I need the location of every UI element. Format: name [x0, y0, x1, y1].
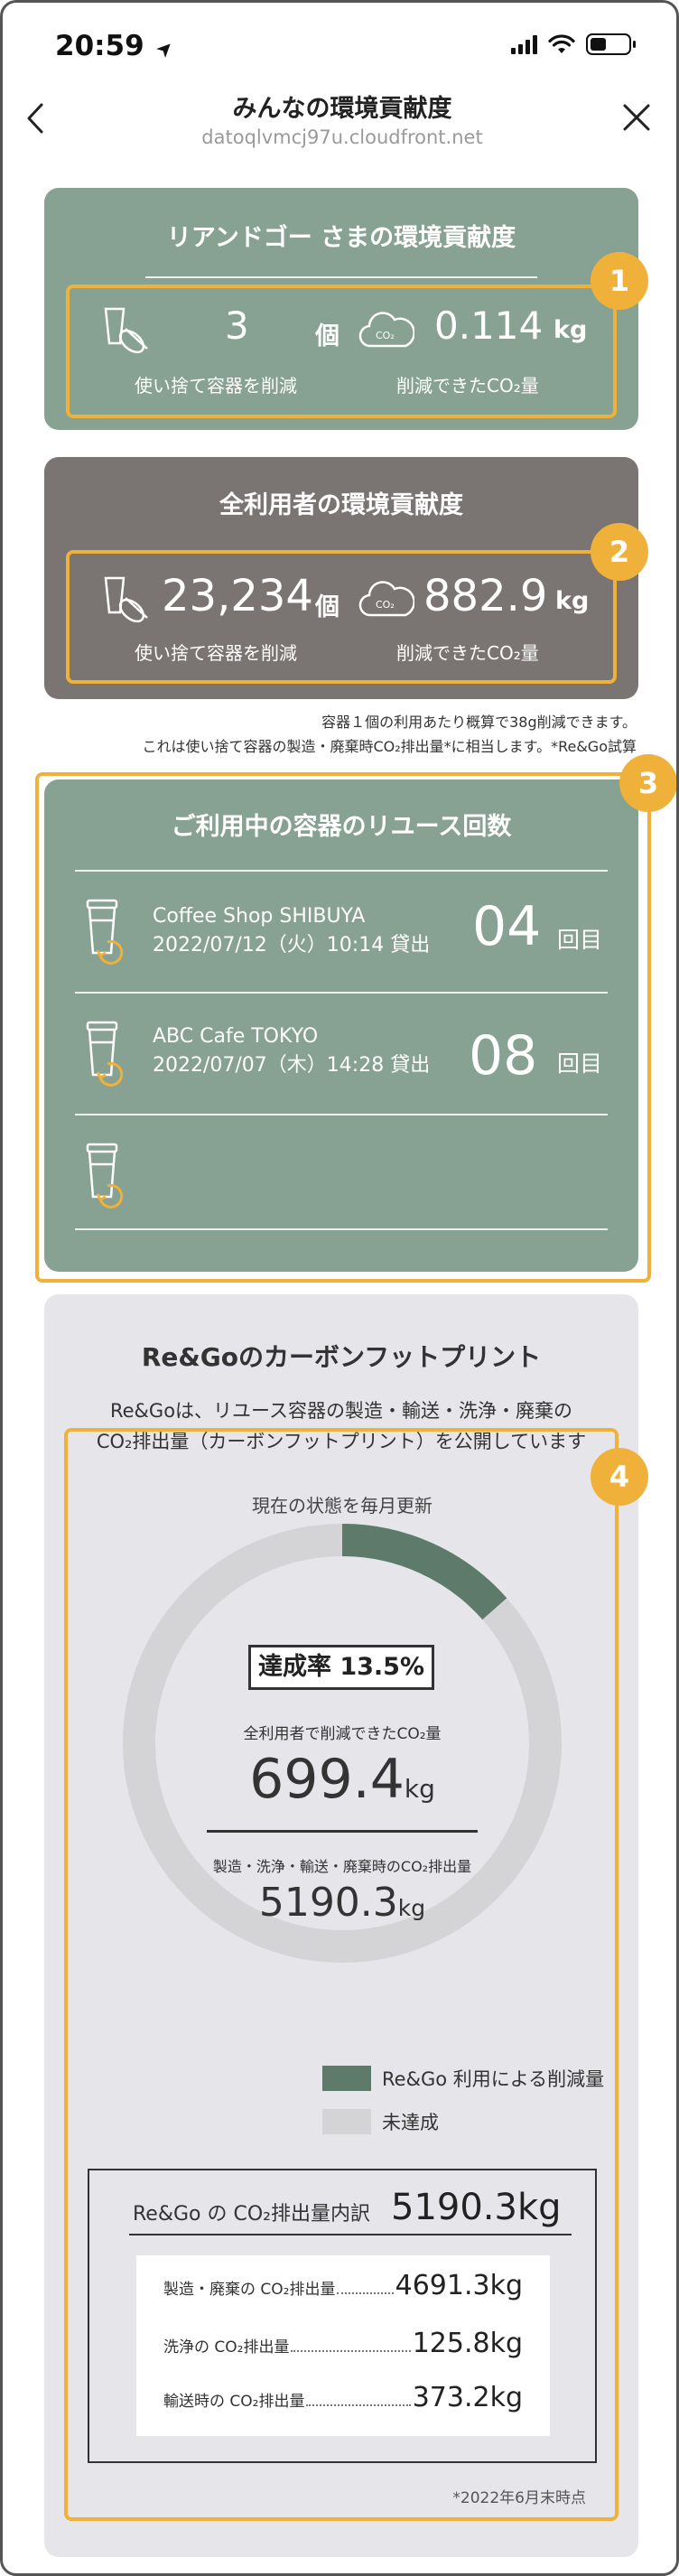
disposable-cups-icon	[104, 307, 148, 354]
step-badge-2: 2	[591, 523, 648, 581]
page-title: みんなの環境貢献度	[232, 95, 452, 123]
legend-swatch-unachieved	[322, 2109, 371, 2134]
reusable-cup-icon	[86, 1143, 124, 1209]
update-note: 現在の状態を毎月更新	[252, 1495, 433, 1517]
step-badge-3: 3	[619, 754, 676, 812]
legend-item-unachieved: 未達成	[322, 2108, 439, 2135]
breakdown-row-value: 373.2kg	[412, 2382, 523, 2413]
all-users-containers-label: 使い捨て容器を削減	[135, 642, 297, 664]
all-users-card-title: 全利用者の環境貢献度	[219, 491, 463, 519]
breakdown-row-label: 輸送時の CO₂排出量	[163, 2393, 305, 2411]
location-arrow-icon: ➤	[152, 35, 181, 63]
personal-card-title: リアンドゴー さまの環境貢献度	[166, 224, 516, 252]
emission-figure: 5190.3kg	[3, 1880, 676, 1926]
breakdown-row: 製造・廃棄の CO₂排出量 4691.3kg	[163, 2270, 523, 2301]
personal-co2-value: 0.114	[434, 303, 544, 348]
reuse-count-value: 04	[472, 895, 542, 958]
step-badge-1: 1	[591, 252, 648, 310]
battery-icon	[586, 33, 636, 55]
breakdown-row-label: 洗浄の CO₂排出量	[163, 2338, 290, 2357]
reduced-co2-unit: kg	[404, 1774, 435, 1804]
reuse-count-card: ご利用中の容器のリユース回数 Coffee Shop SHIBUYA 2022/…	[44, 779, 638, 1272]
reuse-row[interactable]: Coffee Shop SHIBUYA 2022/07/12（火）10:14 貸…	[44, 870, 638, 992]
personal-containers-label: 使い捨て容器を削減	[135, 375, 297, 397]
breakdown-row-label: 製造・廃棄の CO₂排出量	[163, 2281, 336, 2299]
all-users-contribution-card: 全利用者の環境貢献度 23,234 個 使い捨て容器を削減 CO₂ 882.9 …	[44, 457, 638, 699]
reuse-lent-date: 2022/07/12（火）10:14 貸出	[153, 934, 431, 957]
personal-contribution-card: リアンドゴー さまの環境貢献度 3 個 使い捨て容器を削減 CO₂ 0.114 …	[44, 188, 638, 430]
donut-achieved-arc	[341, 1524, 507, 1620]
page-url: datoqlvmcj97u.cloudfront.net	[201, 126, 483, 148]
personal-co2-label: 削減できたCO₂量	[396, 375, 539, 397]
close-icon	[623, 104, 650, 131]
personal-containers-value: 3	[225, 303, 249, 348]
all-users-co2-value: 882.9	[423, 571, 548, 621]
emission-label: 製造・洗浄・輸送・廃棄時のCO₂排出量	[212, 1858, 472, 1875]
emission-value: 5190.3	[258, 1880, 398, 1926]
reuse-count-unit: 回目	[557, 927, 603, 953]
status-time: 20:59 ➤	[55, 30, 181, 63]
co2-breakdown-box: Re&Go の CO₂排出量内訳 5190.3kg 製造・廃棄の CO₂排出量 4…	[88, 2169, 597, 2463]
carbon-title: Re&Goのカーボンフットプリント	[141, 1342, 542, 1372]
breakdown-row-value: 125.8kg	[412, 2328, 523, 2359]
divider	[75, 1228, 608, 1230]
reduced-co2-value: 699.4	[249, 1748, 405, 1811]
reduced-co2-label: 全利用者で削減できたCO₂量	[243, 1725, 442, 1743]
reuse-count-value: 08	[469, 1024, 538, 1087]
legend-swatch-reduced	[322, 2066, 371, 2091]
breakdown-row: 輸送時の CO₂排出量 373.2kg	[163, 2382, 523, 2413]
breakdown-divider	[129, 2234, 572, 2235]
achievement-rate-label: 達成率 13.5%	[248, 1645, 434, 1690]
reuse-row[interactable]: ABC Cafe TOKYO 2022/07/07（木）14:28 貸出 08 …	[44, 992, 638, 1114]
breakdown-row: 洗浄の CO₂排出量 125.8kg	[163, 2328, 523, 2359]
personal-containers-unit: 個	[315, 322, 340, 350]
cellular-signal-icon	[511, 34, 537, 54]
fraction-divider	[207, 1830, 478, 1833]
breakdown-list: 製造・廃棄の CO₂排出量 4691.3kg 洗浄の CO₂排出量 125.8kg …	[136, 2255, 550, 2436]
close-button[interactable]	[622, 102, 651, 138]
breakdown-row-value: 4691.3kg	[395, 2270, 523, 2301]
estimate-note-line1: 容器１個の利用あたり概算で38g削減できます。	[321, 714, 637, 731]
legend-label: Re&Go 利用による削減量	[382, 2068, 605, 2090]
reduced-co2-figure: 699.4kg	[3, 1748, 676, 1811]
reuse-card-title: ご利用中の容器のリユース回数	[171, 813, 512, 841]
all-users-co2-label: 削減できたCO₂量	[396, 642, 539, 664]
reuse-lent-date: 2022/07/07（木）14:28 貸出	[153, 1054, 431, 1077]
status-icons	[511, 33, 636, 55]
svg-text:CO₂: CO₂	[376, 599, 395, 611]
disposable-cups-icon	[104, 576, 148, 623]
legend-label: 未達成	[382, 2112, 439, 2133]
reuse-shop-name: ABC Cafe TOKYO	[153, 1025, 319, 1048]
reuse-shop-name: Coffee Shop SHIBUYA	[153, 905, 366, 928]
divider	[145, 276, 537, 278]
reuse-row[interactable]	[44, 1114, 638, 1236]
co2-cloud-icon: CO₂	[358, 312, 414, 348]
legend-item-reduced: Re&Go 利用による削減量	[322, 2065, 604, 2092]
reusable-cup-icon	[86, 1021, 124, 1087]
footnote: *2022年6月末時点	[452, 2489, 586, 2507]
estimate-note-line2: これは使い捨て容器の製造・廃棄時CO₂排出量*に相当します。*Re&Go試算	[142, 738, 637, 755]
reuse-count-unit: 回目	[557, 1050, 603, 1077]
emission-unit: kg	[397, 1895, 426, 1921]
co2-cloud-icon: CO₂	[358, 581, 414, 617]
reusable-cup-icon	[86, 899, 124, 965]
all-users-co2-unit: kg	[555, 587, 590, 615]
wifi-icon	[548, 34, 575, 53]
personal-co2-unit: kg	[553, 316, 588, 344]
carbon-desc-line1: Re&Goは、リユース容器の製造・輸送・洗浄・廃棄の	[109, 1400, 572, 1422]
breakdown-total: 5190.3kg	[391, 2187, 562, 2228]
breakdown-title: Re&Go の CO₂排出量内訳	[133, 2203, 370, 2226]
phone-screen: 20:59 ➤ みんなの環境貢献度 datoqlvmcj97u.cloudfro…	[0, 0, 679, 2576]
all-users-containers-unit: 個	[315, 593, 340, 621]
svg-text:CO₂: CO₂	[376, 330, 395, 341]
all-users-containers-value: 23,234	[162, 571, 313, 621]
